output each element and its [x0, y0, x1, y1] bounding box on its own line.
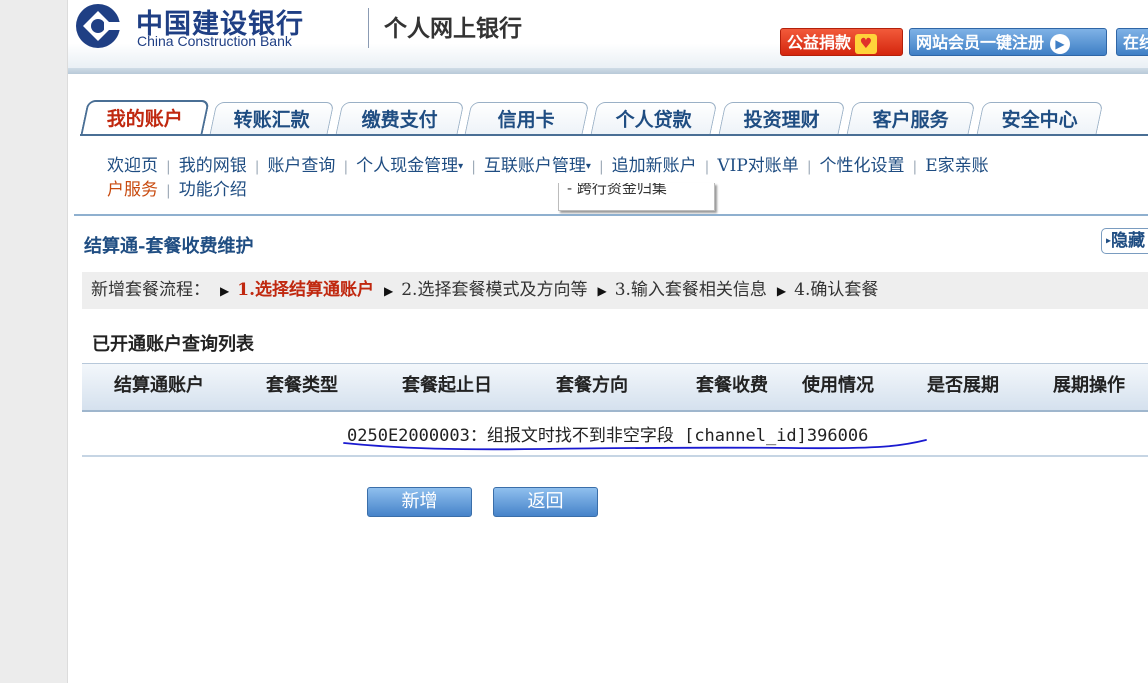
subnav-cash-label: 个人现金管理 — [356, 156, 459, 176]
brand-divider — [368, 8, 369, 48]
tab-payment[interactable]: 缴费支付 — [335, 102, 465, 134]
step-1: 1.选择结算通账户 — [237, 280, 374, 300]
tab-label: 信用卡 — [498, 109, 556, 131]
subnav-family-account[interactable]: E家亲账 — [925, 156, 988, 176]
column-header: 套餐类型 — [266, 375, 338, 396]
hide-button[interactable]: ▸隐藏 — [1101, 228, 1148, 254]
column-header: 是否展期 — [927, 375, 999, 396]
triangle-right-icon: ▶ — [383, 284, 394, 298]
subnav-personalize[interactable]: 个性化设置 — [820, 156, 905, 176]
subnav-separator: | — [254, 159, 260, 175]
triangle-right-icon: ▶ — [776, 284, 787, 298]
register-label: 网站会员一键注册 — [916, 33, 1045, 52]
brand-name-en: China Construction Bank — [137, 33, 292, 49]
charity-label: 公益捐款 — [787, 33, 852, 52]
subnav-cash-management[interactable]: 个人现金管理▾ — [356, 156, 463, 176]
tab-label: 投资理财 — [743, 109, 820, 131]
subnav-separator: | — [912, 159, 918, 175]
subnav-linked-accounts[interactable]: 互联账户管理▾ — [484, 156, 591, 176]
dropdown-option[interactable]: - 跨行资金归集 — [567, 183, 667, 198]
table-header: 结算通账户 套餐类型 套餐起止日 套餐方向 套餐收费 使用情况 是否展期 展期操… — [82, 363, 1148, 412]
step-2: 2.选择套餐模式及方向等 — [401, 280, 588, 300]
subnav-account-service[interactable]: 户服务 — [107, 180, 158, 200]
tab-label: 个人贷款 — [615, 109, 692, 131]
caret-down-icon: ▾ — [585, 161, 591, 172]
header: 中国建设银行 China Construction Bank 个人网上银行 公益… — [68, 0, 1148, 72]
steps-bar: 新增套餐流程： ▶ 1.选择结算通账户 ▶ 2.选择套餐模式及方向等 ▶ 3.输入套餐相关信… — [82, 272, 1148, 309]
subnav-my-ebank[interactable]: 我的网银 — [179, 156, 247, 176]
ccb-logo-icon — [76, 4, 122, 48]
subnav-vip-statement[interactable]: VIP对账单 — [717, 156, 798, 176]
handwritten-underline — [343, 439, 927, 451]
header-band — [68, 68, 1148, 74]
column-header: 套餐起止日 — [402, 375, 492, 396]
tab-investment[interactable]: 投资理财 — [718, 102, 846, 134]
table-row: 0250E2000003：组报文时找不到非空字段 [channel_id]396… — [82, 411, 1148, 457]
tab-my-account[interactable]: 我的账户 — [80, 100, 210, 136]
register-button[interactable]: 网站会员一键注册 ▶ — [909, 28, 1107, 56]
subnav-add-account[interactable]: 追加新账户 — [612, 156, 697, 176]
add-button[interactable]: 新增 — [367, 487, 472, 517]
page-title: 结算通-套餐收费维护 — [84, 236, 254, 257]
tab-credit-card[interactable]: 信用卡 — [464, 102, 590, 134]
triangle-right-icon: ▶ — [220, 284, 230, 298]
online-label: 在线 — [1123, 33, 1148, 52]
tab-label: 安全中心 — [1001, 109, 1078, 131]
column-header: 使用情况 — [802, 375, 874, 396]
subnav-separator: | — [471, 159, 476, 175]
subnav-welcome[interactable]: 欢迎页 — [107, 156, 158, 176]
tab-label: 我的账户 — [106, 108, 183, 130]
step-3: 3.输入套餐相关信息 — [614, 280, 767, 300]
heart-icon: ♥ — [855, 33, 878, 54]
tab-transfer[interactable]: 转账汇款 — [209, 102, 335, 134]
bank-page: 中国建设银行 China Construction Bank 个人网上银行 公益… — [68, 0, 1148, 683]
tab-personal-loan[interactable]: 个人贷款 — [590, 102, 718, 134]
tab-label: 转账汇款 — [233, 109, 310, 131]
step-4: 4.确认套餐 — [794, 280, 879, 300]
product-title: 个人网上银行 — [384, 16, 522, 42]
subnav-account-query[interactable]: 账户查询 — [267, 156, 335, 176]
hide-label: 隐藏 — [1111, 231, 1146, 251]
subnav-separator: | — [704, 159, 710, 175]
subnav-separator: | — [598, 159, 604, 175]
list-title: 已开通账户查询列表 — [92, 334, 254, 355]
subnav-divider — [74, 214, 1148, 216]
column-header: 结算通账户 — [114, 375, 204, 396]
charity-button[interactable]: 公益捐款 ♥ — [780, 28, 903, 56]
tab-label: 客户服务 — [872, 109, 949, 131]
caret-down-icon: ▾ — [458, 161, 464, 172]
triangle-right-icon: ▶ — [597, 284, 607, 298]
back-button[interactable]: 返回 — [493, 487, 598, 517]
steps-prefix: 新增套餐流程： — [91, 280, 210, 300]
tabs-baseline — [80, 134, 1148, 136]
left-gutter — [0, 0, 68, 683]
linked-accounts-dropdown: - 跨行资金归集 — [558, 183, 715, 211]
subnav-separator: | — [166, 183, 171, 199]
column-header: 套餐收费 — [696, 375, 768, 396]
subnav-separator: | — [166, 159, 171, 175]
subnav-separator: | — [343, 159, 349, 175]
tab-label: 缴费支付 — [361, 109, 438, 131]
online-button[interactable]: 在线 — [1116, 28, 1148, 56]
column-header: 套餐方向 — [556, 375, 628, 396]
subnav-feature-intro[interactable]: 功能介绍 — [179, 180, 247, 200]
tab-customer-service[interactable]: 客户服务 — [846, 102, 976, 134]
subnav-linked-label: 互联账户管理 — [483, 156, 586, 176]
tab-security-center[interactable]: 安全中心 — [976, 102, 1104, 134]
arrow-circle-icon: ▶ — [1050, 33, 1071, 54]
column-header: 展期操作 — [1053, 375, 1125, 396]
subnav-separator: | — [806, 159, 812, 175]
